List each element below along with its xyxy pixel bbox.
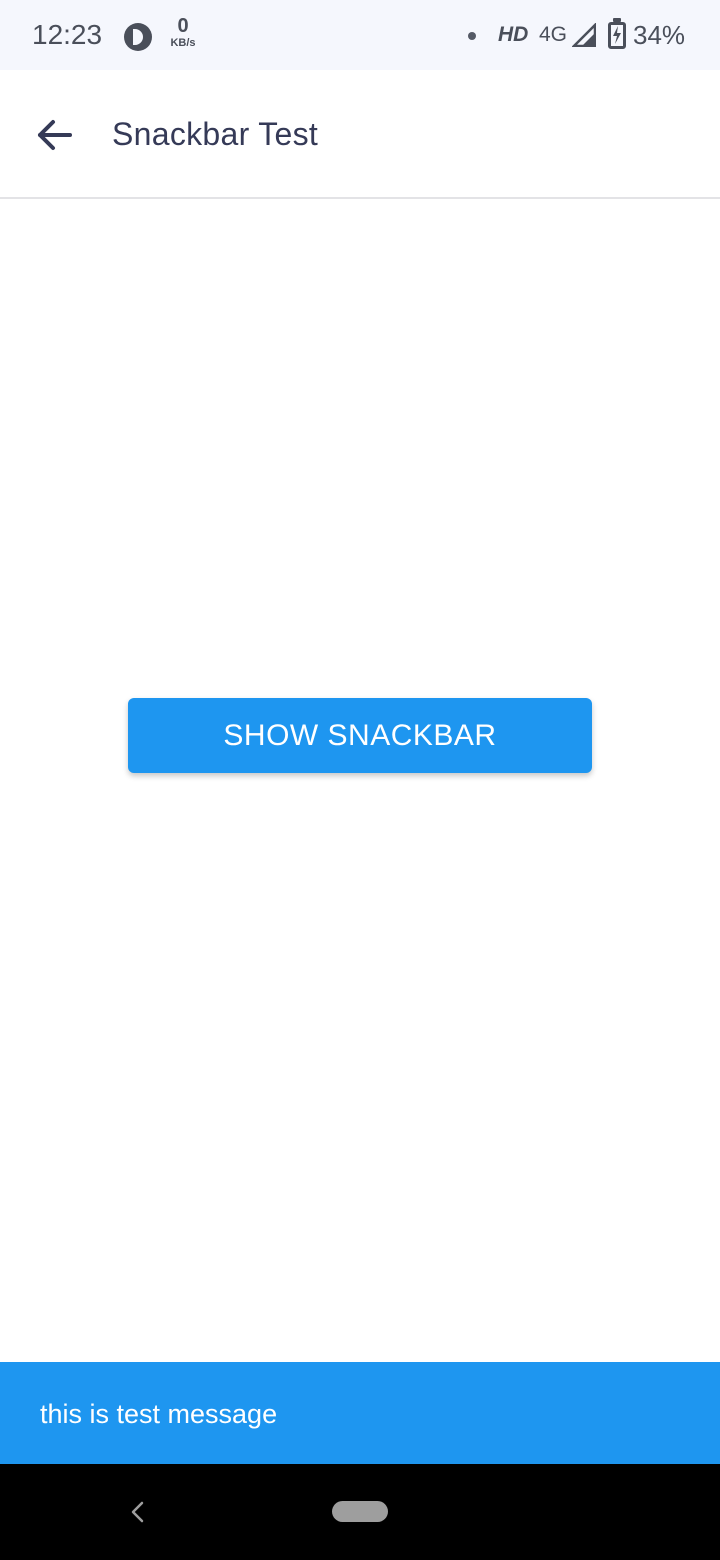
battery-percentage: 34% <box>633 20 686 50</box>
app-bar: Snackbar Test <box>0 70 720 199</box>
signal-icon <box>572 23 596 47</box>
battery-icon <box>608 18 626 49</box>
notification-dot-icon <box>468 32 476 40</box>
network-speed-unit: KB/s <box>170 37 196 49</box>
snackbar-message: this is test message <box>40 1399 278 1429</box>
navigation-bar <box>0 1464 720 1560</box>
nav-back-icon[interactable] <box>126 1500 150 1524</box>
notification-app-icon <box>124 23 152 51</box>
network-type: 4G <box>539 23 568 46</box>
screen: 12:23 0 KB/s HD 4G 34% Snackbar Test SHO… <box>0 0 720 1560</box>
charging-bolt-icon <box>613 26 621 44</box>
arrow-left-icon <box>38 120 72 150</box>
show-snackbar-button[interactable]: SHOW SNACKBAR <box>128 698 592 773</box>
network-speed: 0 KB/s <box>166 16 200 49</box>
network-speed-value: 0 <box>177 15 189 37</box>
hd-badge: HD <box>498 23 529 46</box>
status-bar: 12:23 0 KB/s HD 4G 34% <box>0 0 720 70</box>
back-button[interactable] <box>30 110 80 160</box>
nav-home-pill[interactable] <box>332 1501 388 1522</box>
status-time: 12:23 <box>32 19 103 50</box>
page-title: Snackbar Test <box>112 116 319 152</box>
snackbar: this is test message <box>0 1362 720 1464</box>
